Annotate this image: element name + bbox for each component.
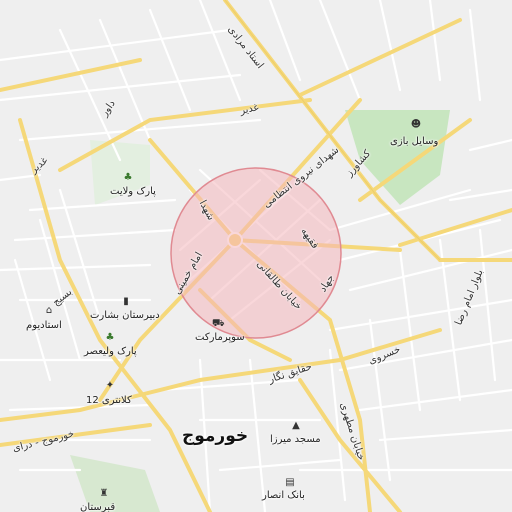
poi-label-cemetery[interactable]: قبرستان xyxy=(80,502,115,512)
poi-label-mirza-mosque[interactable]: مسجد میرزا xyxy=(270,434,321,445)
map-canvas[interactable]: استاد مرادی داور غدیر غدیر کشاورز شهدای … xyxy=(0,0,512,512)
poi-label-park-valiasr[interactable]: پارک ولیعصر xyxy=(84,346,137,357)
mosque-icon[interactable]: ▲ xyxy=(290,420,302,432)
map-base-layer xyxy=(0,0,512,512)
poi-label-playground[interactable]: وسایل بازی xyxy=(390,136,438,147)
poi-label-stadium[interactable]: استادیوم xyxy=(26,320,62,331)
poi-label-police-12[interactable]: کلانتری 12 xyxy=(86,395,132,406)
police-icon[interactable]: ✦ xyxy=(104,380,116,392)
bank-icon[interactable]: ▤ xyxy=(284,477,296,489)
poi-label-park-velayat[interactable]: پارک ولایت xyxy=(110,186,156,197)
cemetery-icon[interactable]: ♜ xyxy=(98,488,110,500)
playground-icon[interactable]: ☻ xyxy=(410,119,422,131)
tree-icon[interactable]: ♣ xyxy=(104,332,116,344)
cart-icon[interactable]: ⛟ xyxy=(212,318,225,330)
poi-label-besharat-school[interactable]: دبیرستان بشارت xyxy=(90,310,160,321)
city-label: خورموج xyxy=(182,426,249,446)
stadium-icon[interactable]: ⌂ xyxy=(43,305,55,317)
tree-icon[interactable]: ♣ xyxy=(122,172,134,184)
school-icon[interactable]: ▮ xyxy=(120,296,132,308)
poi-label-bank-ansar[interactable]: بانک انصار xyxy=(262,490,305,501)
poi-label-supermarket[interactable]: سوپرمارکت xyxy=(195,332,245,343)
